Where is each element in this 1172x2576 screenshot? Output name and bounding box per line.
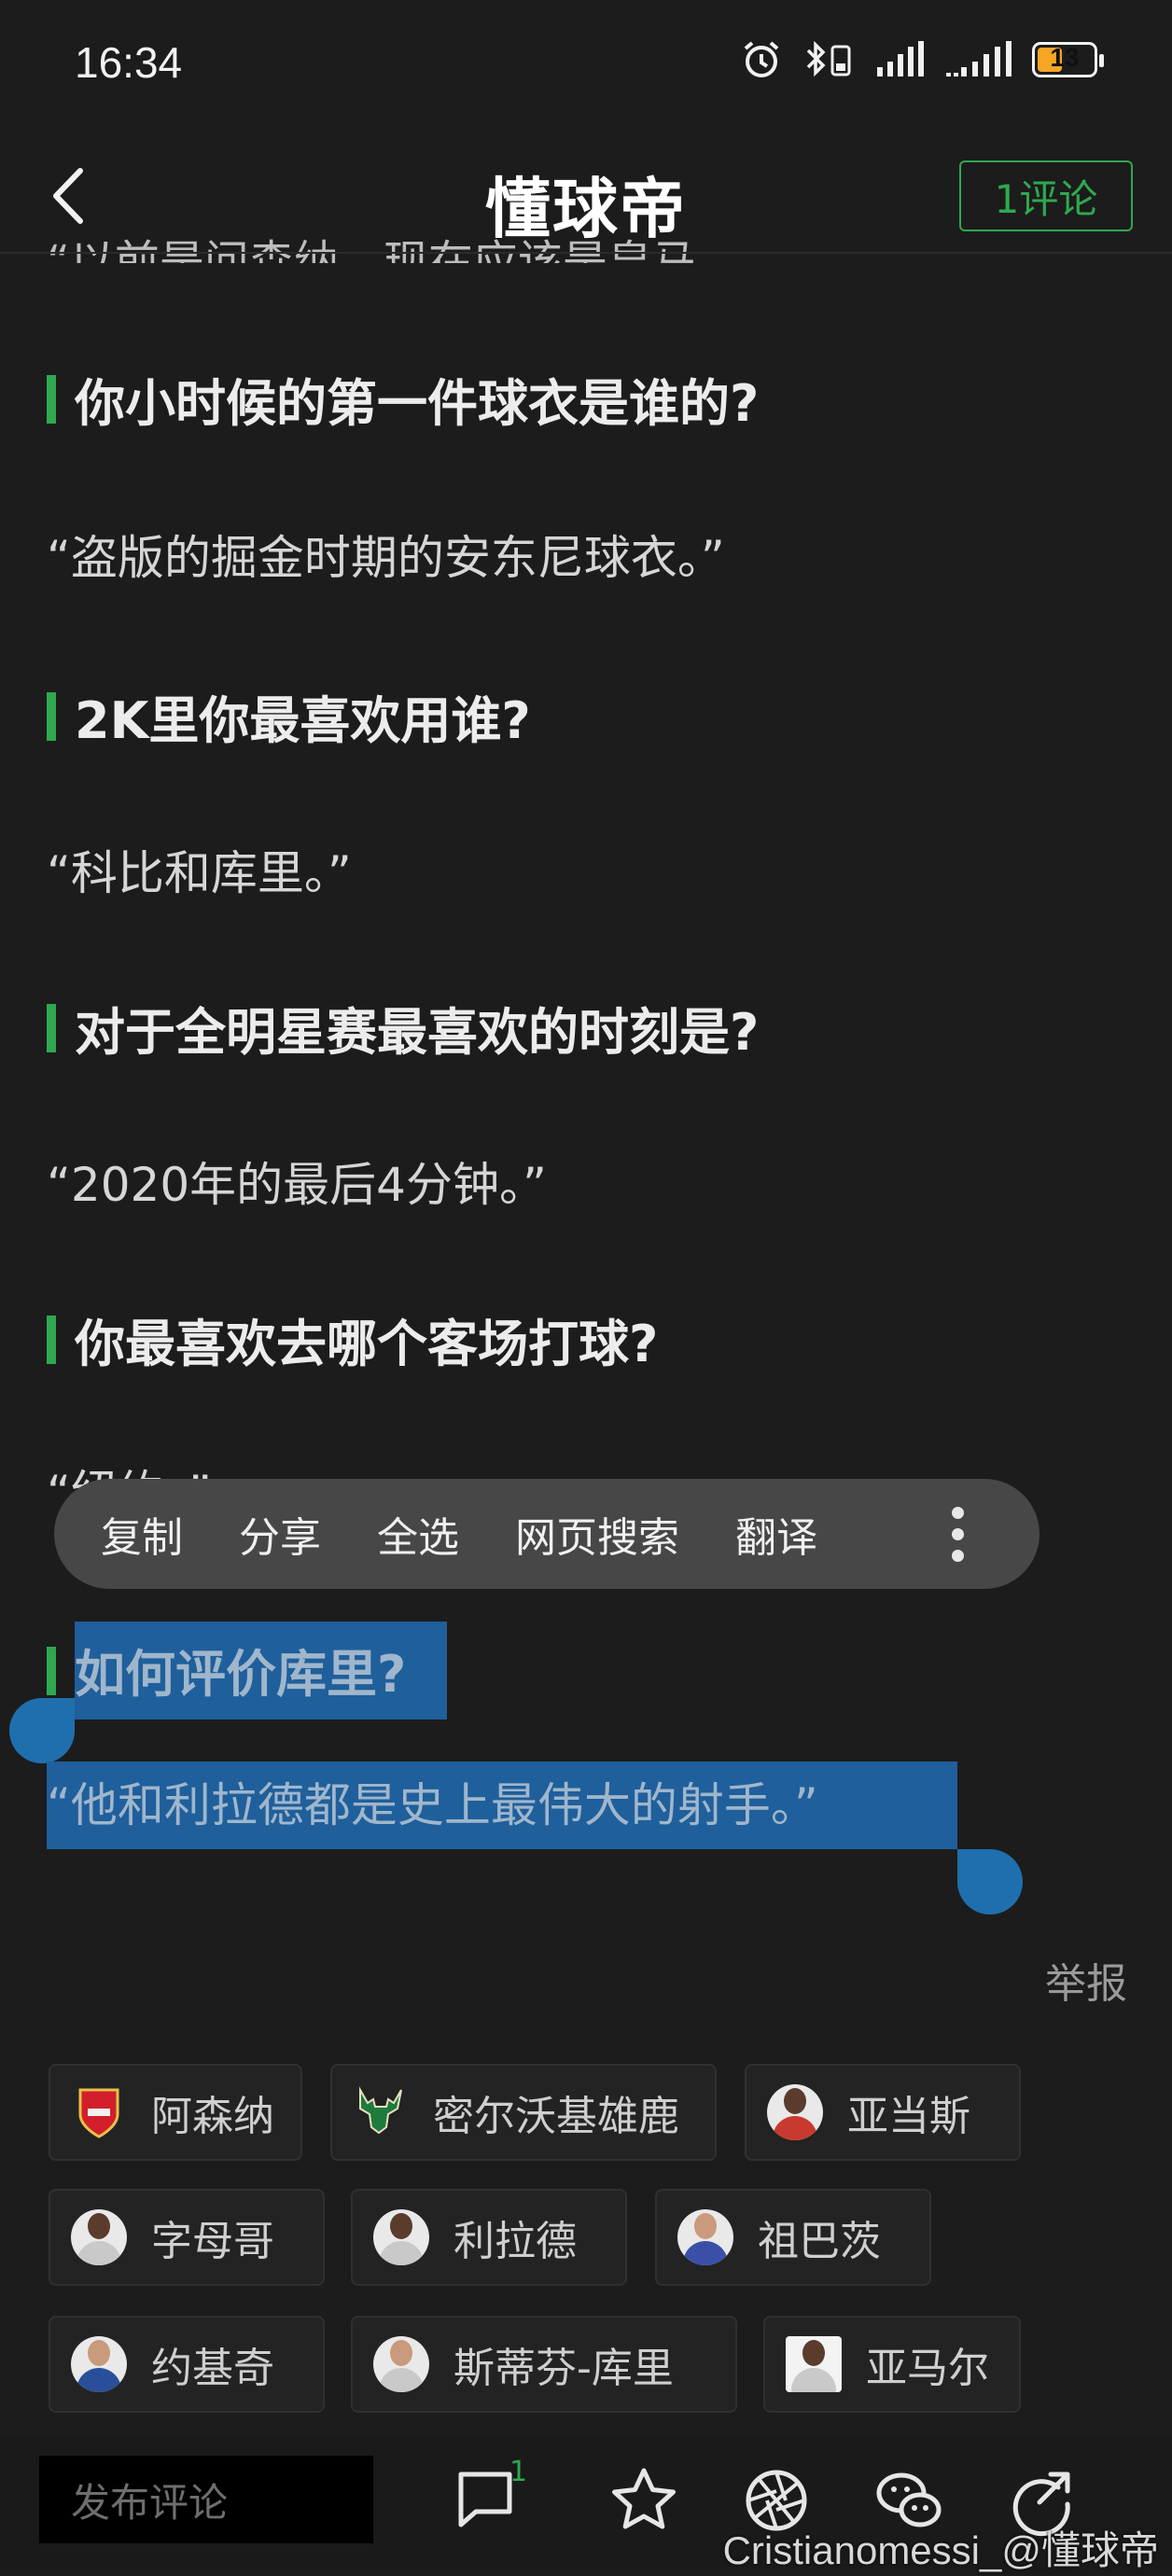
question-text: 对于全明星赛最喜欢的时刻是? [75,1003,760,1062]
text-selection-menu: 复制 分享 全选 网页搜索 翻译 [54,1479,1039,1589]
accent-bar [47,691,56,741]
player-avatar [677,2209,733,2265]
question-heading: 你小时候的第一件球衣是谁的? [47,362,759,436]
menu-share[interactable]: 分享 [239,1504,321,1564]
answer-text: “科比和库里。” [47,846,352,900]
bucks-logo-icon [359,2086,402,2135]
watermark: Cristianomessi_@懂球帝 [722,2528,1159,2572]
tag-label: 利拉德 [453,2218,577,2265]
question-text: 你最喜欢去哪个客场打球? [75,1315,659,1373]
clipped-answer-text: “以前是问森纳，现在应该是皇马。 [47,236,742,263]
tag-label: 亚马尔 [866,2345,989,2392]
more-vertical-icon[interactable] [950,1507,965,1563]
question-text: 你小时候的第一件球衣是谁的? [75,374,760,433]
signal-icon-2 [946,41,1012,77]
answer-text: “盗版的掘金时期的安东尼球衣。” [47,531,725,585]
accent-bar [47,1003,56,1052]
menu-select-all[interactable]: 全选 [377,1504,459,1564]
tag-giannis[interactable]: 字母哥 [49,2189,325,2286]
tag-adams[interactable]: 亚当斯 [745,2064,1021,2161]
status-icons: 13 [741,39,1104,80]
player-avatar [71,2336,127,2392]
player-avatar [373,2209,429,2265]
player-avatar [71,2209,127,2265]
tag-milwaukee-bucks[interactable]: 密尔沃基雄鹿 [330,2064,717,2161]
question-heading: 2K里你最喜欢用谁? [47,679,531,753]
selected-answer-text: “他和利拉德都是史上最伟大的射手。” [47,1761,957,1849]
player-avatar [786,2336,842,2392]
battery-level: 13 [1050,43,1080,72]
question-heading-selected[interactable]: 如何评价库里? [47,1622,448,1720]
signal-icon [877,41,924,77]
alarm-icon [744,41,779,77]
accent-bar [47,374,56,424]
selection-end-handle[interactable] [957,1849,1023,1915]
comment-count-button[interactable]: 1评论 [959,160,1133,231]
tag-lillard[interactable]: 利拉德 [351,2189,627,2286]
menu-translate[interactable]: 翻译 [735,1504,817,1564]
player-avatar [373,2336,429,2392]
question-heading: 对于全明星赛最喜欢的时刻是? [47,991,759,1065]
selected-question-text: 如何评价库里? [75,1622,448,1720]
tag-yamal[interactable]: 亚马尔 [763,2316,1021,2413]
tag-zubac[interactable]: 祖巴茨 [655,2189,931,2286]
arsenal-crest-icon [78,2088,119,2138]
tag-jokic[interactable]: 约基奇 [49,2316,325,2413]
comment-count-badge: 1 [509,2456,528,2488]
status-time: 16:34 [75,38,183,87]
tag-stephen-curry[interactable]: 斯蒂芬-库里 [351,2316,737,2413]
battery-icon: 13 [1032,42,1104,77]
selection-start-handle[interactable] [9,1698,75,1763]
menu-web-search[interactable]: 网页搜索 [515,1504,679,1564]
tag-label: 密尔沃基雄鹿 [433,2093,679,2140]
bluetooth-battery-icon [806,40,851,77]
question-text: 2K里你最喜欢用谁? [75,691,531,750]
tag-label: 约基奇 [151,2345,274,2392]
tag-label: 阿森纳 [151,2093,274,2140]
star-icon[interactable] [607,2463,681,2538]
accent-bar [47,1646,56,1695]
tag-label: 字母哥 [151,2218,274,2265]
accent-bar [47,1315,56,1364]
player-avatar [767,2084,823,2140]
tag-label: 祖巴茨 [758,2218,881,2265]
tag-label: 亚当斯 [847,2093,970,2140]
menu-copy[interactable]: 复制 [101,1504,183,1564]
header-divider [0,252,1172,254]
comment-input[interactable]: 发布评论 [39,2456,373,2543]
question-heading: 你最喜欢去哪个客场打球? [47,1302,658,1376]
tag-arsenal[interactable]: 阿森纳 [49,2064,302,2161]
report-link[interactable]: 举报 [1045,1950,1127,2010]
tag-label: 斯蒂芬-库里 [453,2345,674,2392]
answer-text: “2020年的最后4分钟。” [47,1158,547,1212]
